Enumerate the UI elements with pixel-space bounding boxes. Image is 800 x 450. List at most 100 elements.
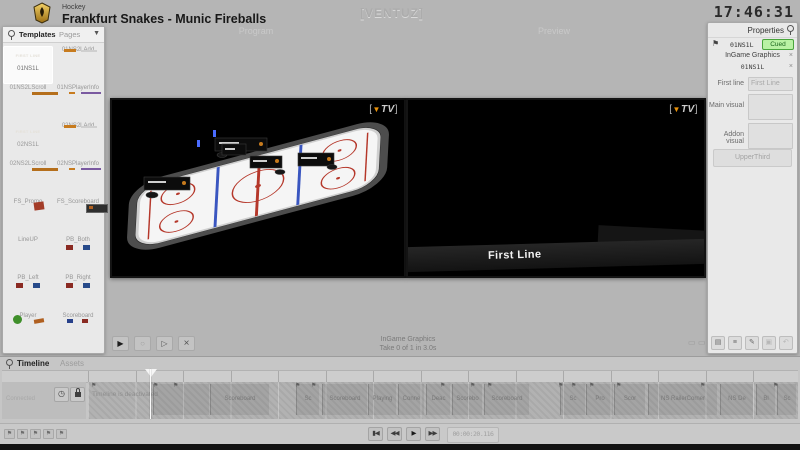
template-cell[interactable]: PB_Right (53, 274, 103, 312)
tab-pages[interactable]: Pages (59, 30, 80, 39)
ruler-tick (468, 371, 471, 382)
ruler-tick (326, 371, 329, 382)
save-icon: ▣ (762, 336, 776, 350)
template-cell[interactable]: 02NSPlayerInfo (53, 160, 103, 198)
upperthird-button[interactable]: UpperThird (713, 149, 792, 167)
stack-row[interactable]: 01NS1L × (708, 63, 797, 74)
skip-start-button[interactable]: ▮◀ (368, 427, 383, 441)
cue-marker-flag[interactable]: ⚑ (295, 382, 300, 389)
templates-panel: Templates Pages ▼ FIRST LINE 01NS1L 01NS… (2, 26, 105, 354)
record-button[interactable]: ○ (134, 336, 151, 351)
cue-marker-flag[interactable]: ⚑ (616, 382, 621, 389)
properties-toolbar: ▤ ≡ ✎ ▣ ↶ (711, 336, 794, 350)
output-monitor-icon[interactable]: ▭ (688, 338, 696, 347)
template-grid: FIRST LINE 01NS1L 01NS2LAdd 01NS2LScroll… (3, 43, 104, 350)
cued-template-row: ⚑ 01NS1L Cued (708, 38, 797, 52)
playhead-handle[interactable] (145, 369, 157, 377)
markers-layer: ⚑ ⚑ ⚑ ⚑ ⚑ ⚑ ⚑ ⚑ ⚑ ⚑ ⚑ ⚑ ⚑ ⚑ (88, 382, 798, 419)
cue-marker-flag[interactable]: ⚑ (773, 382, 778, 389)
addon-visual-dropzone[interactable] (748, 123, 793, 149)
template-cell[interactable]: 02NS2LAdd (53, 122, 103, 160)
template-cell[interactable]: Player (3, 312, 53, 350)
lower-third-text: First Line (488, 248, 542, 261)
cue-marker-flag[interactable]: ⚑ (470, 382, 475, 389)
cue-marker-flag[interactable]: ⚑ (91, 382, 96, 389)
status-line1: InGame Graphics (308, 335, 508, 344)
output-monitor2-icon[interactable]: ▭ (698, 338, 706, 347)
field-label: Main visual (708, 102, 744, 109)
lock-button[interactable] (70, 387, 85, 402)
template-cell[interactable]: FS_Scoreboard (53, 198, 103, 236)
template-cell[interactable]: FIRST LINE 01NS1L (3, 46, 53, 84)
stack-row[interactable]: InGame Graphics × (708, 52, 797, 63)
cue-marker-flag[interactable]: ⚑ (487, 382, 492, 389)
properties-panel: Properties ⚑ 01NS1L Cued InGame Graphics… (707, 22, 798, 354)
take-out-button[interactable]: ▷ (156, 336, 173, 351)
cue-marker-flag[interactable]: ⚑ (571, 382, 576, 389)
template-cell[interactable]: 02NS2LScroll (3, 160, 53, 198)
marker-prev-button[interactable]: ⚑ (30, 429, 41, 439)
tab-assets[interactable]: Assets (60, 359, 84, 368)
timeline-panel: Timeline Assets Connected ◷ Timeline is … (0, 356, 800, 445)
ruler-tick (421, 371, 424, 382)
sport-label: Hockey (62, 4, 85, 11)
fast-forward-button[interactable]: ▶▶ (425, 427, 440, 441)
cue-marker-flag[interactable]: ⚑ (558, 382, 563, 389)
template-label: 02NSPlayerInfo (53, 161, 103, 167)
cue-marker-flag[interactable]: ⚑ (311, 382, 316, 389)
clear-button[interactable]: × (178, 336, 195, 351)
bottom-strip (0, 444, 800, 450)
tab-templates[interactable]: Templates (19, 30, 56, 39)
play-button[interactable]: ▶ (406, 427, 421, 441)
cue-marker-flag[interactable]: ⚑ (153, 382, 158, 389)
template-cell[interactable]: 01NSPlayerInfo (53, 84, 103, 122)
template-cell[interactable]: LineUP (3, 236, 53, 274)
cue-marker-flag[interactable]: ⚑ (440, 382, 445, 389)
cue-marker-flag[interactable]: ⚑ (173, 382, 178, 389)
edit-icon[interactable]: ✎ (745, 336, 759, 350)
ruler-tick (278, 371, 281, 382)
template-label: Player (3, 313, 53, 319)
pin-icon[interactable] (6, 359, 13, 366)
first-line-input[interactable]: First Line (748, 77, 793, 91)
marker-last-button[interactable]: ⚑ (56, 429, 67, 439)
field-label: First line (708, 80, 744, 87)
tab-timeline[interactable]: Timeline (17, 359, 49, 368)
clock-button[interactable]: ◷ (54, 387, 69, 402)
lock-icon (75, 392, 81, 397)
preview-label: Preview (406, 26, 702, 36)
properties-header: Properties (708, 23, 797, 38)
template-cell[interactable]: FIRST LINE 02NS1L (3, 122, 53, 160)
close-icon[interactable]: × (789, 52, 793, 59)
timeline-track[interactable]: Timeline is deactivated ScoreboardScScor… (88, 382, 798, 419)
template-cell[interactable]: FS_Promo (3, 198, 53, 236)
list-icon[interactable]: ≡ (728, 336, 742, 350)
cued-status-badge[interactable]: Cued (762, 39, 794, 50)
close-icon[interactable]: × (789, 63, 793, 70)
template-cell[interactable]: Scoreboard (53, 312, 103, 350)
template-cell[interactable]: 01NS2LAdd (53, 46, 103, 84)
template-cell[interactable]: PB_Left (3, 274, 53, 312)
pin-icon[interactable] (8, 30, 15, 37)
pin-icon[interactable] (787, 25, 794, 32)
ruler-tick (136, 371, 139, 382)
rewind-button[interactable]: ◀◀ (387, 427, 402, 441)
field-label: Addon visual (708, 131, 744, 145)
marker-first-button[interactable]: ⚑ (4, 429, 15, 439)
main-visual-dropzone[interactable] (748, 94, 793, 120)
new-page-icon[interactable]: ▤ (711, 336, 725, 350)
template-cell[interactable]: 01NS2LScroll (3, 84, 53, 122)
take-button[interactable]: ▶ (112, 336, 129, 351)
field-addon-visual: Addon visual (708, 123, 797, 149)
template-cell[interactable]: PB_Both (53, 236, 103, 274)
cue-marker-flag[interactable]: ⚑ (589, 382, 594, 389)
chevron-down-icon[interactable]: ▼ (93, 30, 100, 37)
channel-logo: [▼TV] (669, 104, 698, 115)
marker-add-button[interactable]: ⚑ (17, 429, 28, 439)
marker-next-button[interactable]: ⚑ (43, 429, 54, 439)
playhead-line[interactable] (150, 369, 151, 419)
template-label: PB_Left (3, 275, 53, 281)
cued-template-name: 01NS1L (730, 41, 753, 49)
cue-marker-flag[interactable]: ⚑ (700, 382, 705, 389)
status-line2: Take 0 of 1 in 3.0s (308, 344, 508, 353)
